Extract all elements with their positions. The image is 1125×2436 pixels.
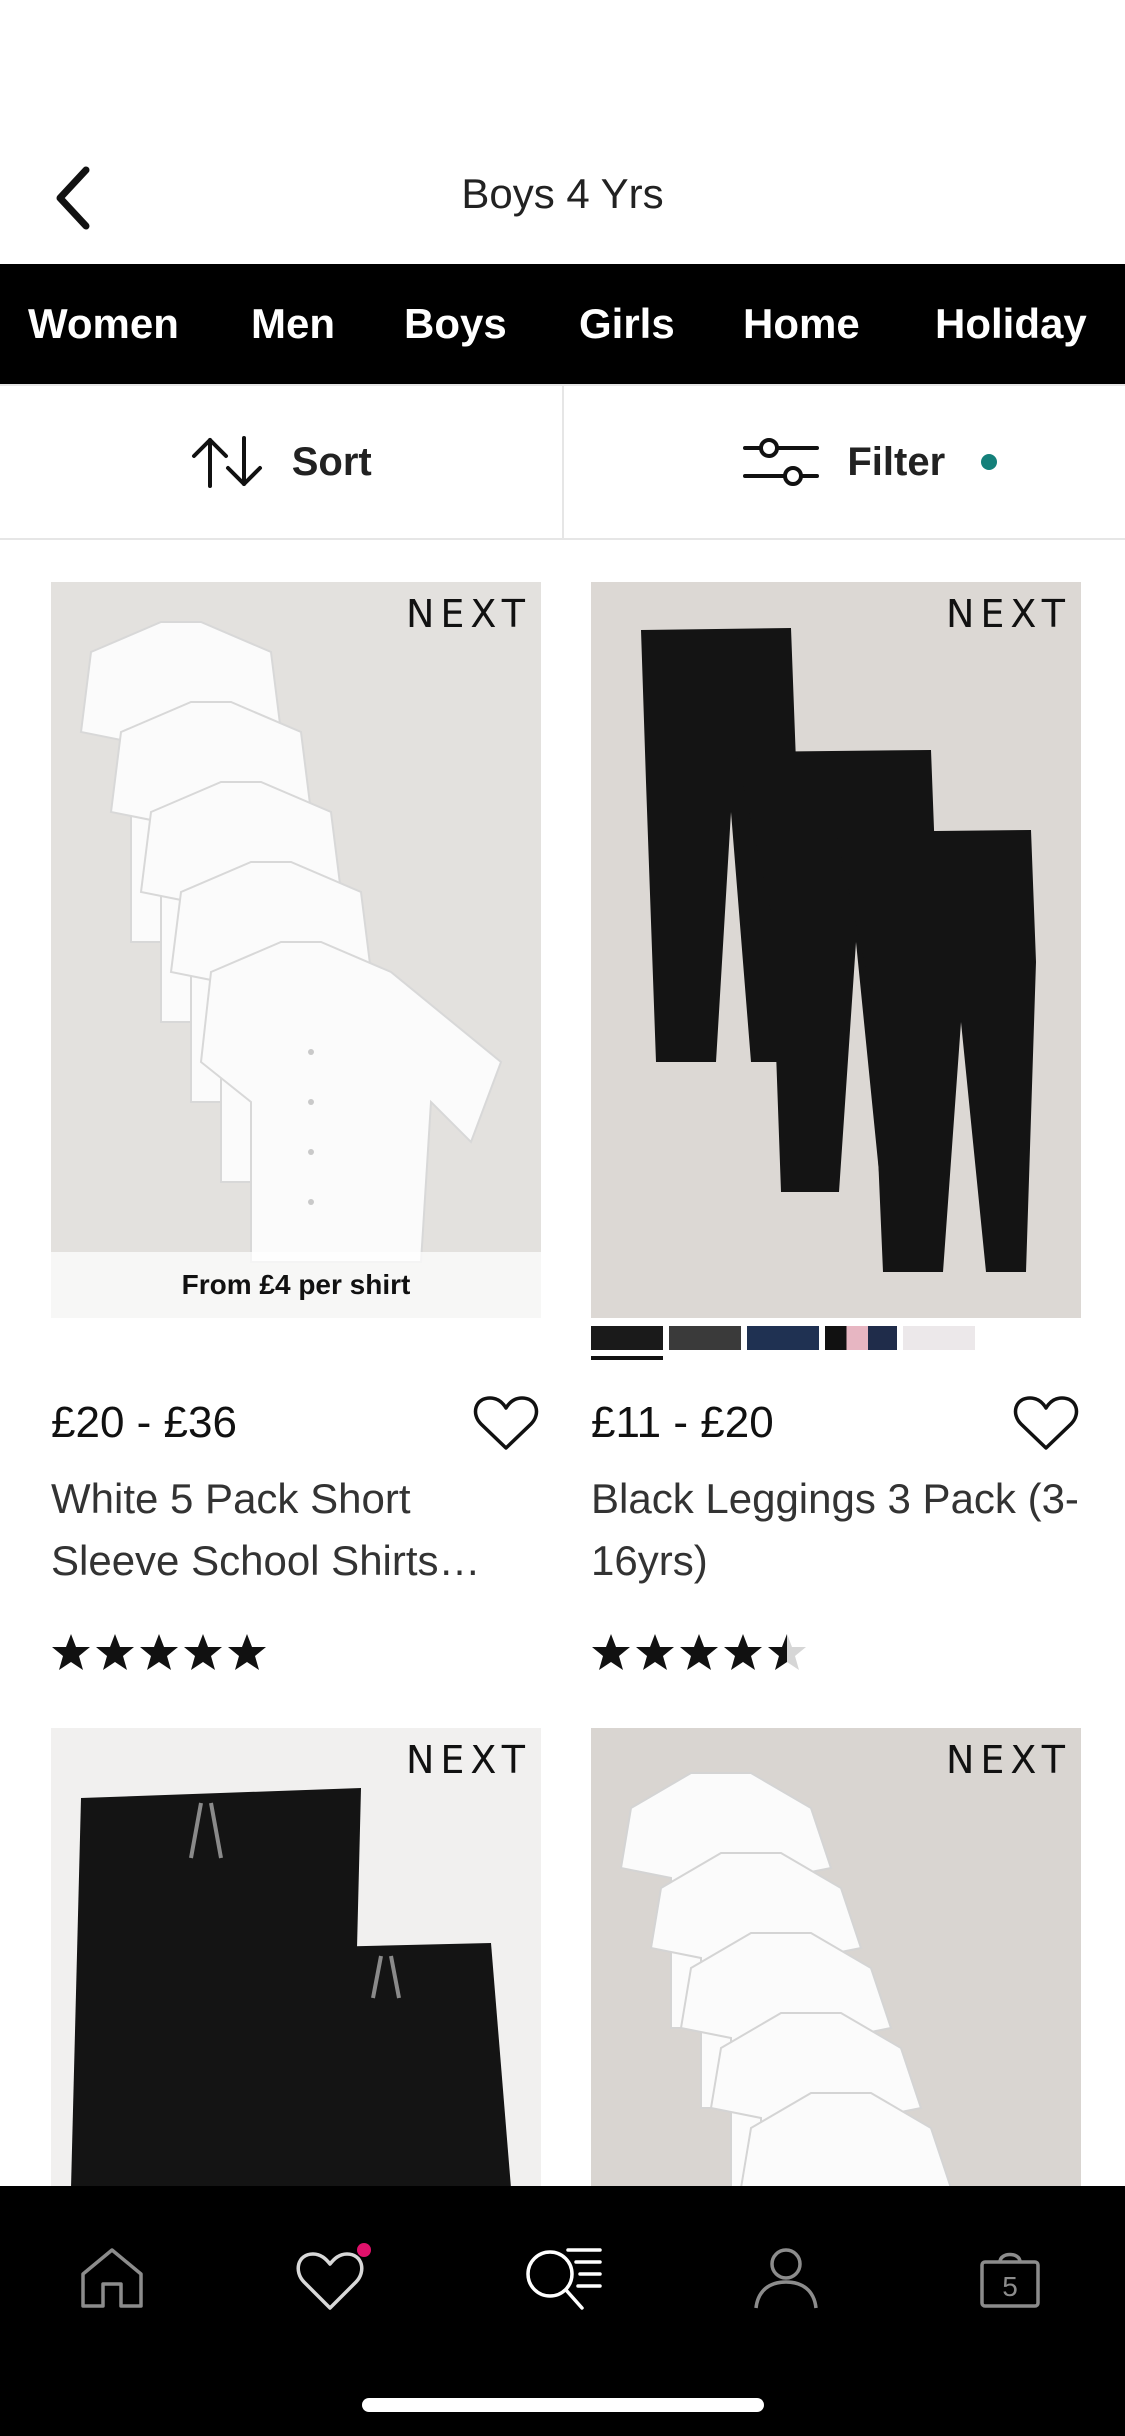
app-header: Boys 4 Yrs bbox=[0, 0, 1125, 264]
star-full-icon bbox=[636, 1634, 674, 1670]
product-image[interactable]: NEXT bbox=[591, 1728, 1081, 2188]
wishlist-icon bbox=[296, 2243, 371, 2310]
heart-outline-icon bbox=[1013, 1396, 1079, 1450]
tab-home[interactable] bbox=[62, 2228, 162, 2328]
product-card[interactable]: NEXT bbox=[591, 1728, 1081, 2188]
star-full-icon bbox=[96, 1634, 134, 1670]
star-half-icon bbox=[768, 1634, 806, 1670]
swatch-navy[interactable] bbox=[747, 1326, 819, 1350]
swatch-light-grey[interactable] bbox=[903, 1326, 975, 1350]
tab-account[interactable] bbox=[736, 2228, 836, 2328]
heart-outline-icon bbox=[473, 1396, 539, 1450]
product-card[interactable]: NEXT bbox=[51, 1728, 541, 2188]
filter-button[interactable]: Filter bbox=[561, 386, 1125, 538]
color-swatches bbox=[591, 1326, 1081, 1364]
star-rating bbox=[591, 1632, 1081, 1672]
product-card[interactable]: NEXT £11 - £20 Black Leggings 3 Pack (3-… bbox=[591, 582, 1081, 1672]
category-men[interactable]: Men bbox=[251, 300, 335, 348]
category-girls[interactable]: Girls bbox=[579, 300, 675, 348]
filter-active-indicator bbox=[981, 454, 997, 470]
sort-filter-bar: Sort Filter bbox=[0, 384, 1125, 540]
selected-swatch-indicator bbox=[591, 1356, 663, 1360]
product-photo-white-shirts bbox=[79, 621, 503, 1263]
filter-label: Filter bbox=[847, 439, 946, 484]
home-icon bbox=[81, 2248, 143, 2308]
category-boys[interactable]: Boys bbox=[404, 300, 507, 348]
sort-label: Sort bbox=[291, 439, 372, 484]
sort-arrows-icon bbox=[191, 436, 262, 488]
category-nav: Women Men Boys Girls Home Holiday bbox=[0, 264, 1125, 384]
star-full-icon bbox=[52, 1634, 90, 1670]
wishlist-button[interactable] bbox=[471, 1391, 541, 1455]
price-row: £20 - £36 bbox=[51, 1388, 541, 1458]
brand-logo: NEXT bbox=[405, 592, 531, 636]
star-full-icon bbox=[184, 1634, 222, 1670]
bag-icon: 5 bbox=[980, 2252, 1040, 2308]
tab-wishlist[interactable] bbox=[284, 2228, 384, 2328]
promo-banner: From £4 per shirt bbox=[51, 1252, 541, 1318]
product-price: £11 - £20 bbox=[591, 1398, 774, 1447]
wishlist-badge bbox=[357, 2243, 371, 2257]
color-swatches bbox=[51, 1326, 541, 1364]
brand-logo: NEXT bbox=[945, 1738, 1071, 1782]
category-holiday[interactable]: Holiday bbox=[935, 300, 1087, 348]
swatch-charcoal[interactable] bbox=[669, 1326, 741, 1350]
price-row: £11 - £20 bbox=[591, 1388, 1081, 1458]
category-home[interactable]: Home bbox=[743, 300, 860, 348]
wishlist-button[interactable] bbox=[1011, 1391, 1081, 1455]
search-menu-icon bbox=[526, 2248, 602, 2310]
product-price: £20 - £36 bbox=[51, 1398, 237, 1447]
category-women[interactable]: Women bbox=[28, 300, 179, 348]
product-image[interactable]: NEXT bbox=[591, 582, 1081, 1318]
star-full-icon bbox=[592, 1634, 630, 1670]
product-photo-white-polos bbox=[619, 1772, 953, 2188]
swatch-multi[interactable] bbox=[825, 1326, 897, 1350]
page-title: Boys 4 Yrs bbox=[461, 170, 664, 217]
product-photo-black-leggings bbox=[641, 628, 1036, 1272]
home-indicator bbox=[362, 2398, 764, 2412]
product-name[interactable]: White 5 Pack Short Sleeve School Shirts… bbox=[51, 1468, 541, 1592]
star-full-icon bbox=[724, 1634, 762, 1670]
account-icon bbox=[754, 2248, 818, 2309]
product-photo-black-joggers bbox=[71, 1788, 511, 2188]
star-full-icon bbox=[680, 1634, 718, 1670]
product-image[interactable]: NEXT bbox=[51, 1728, 541, 2188]
brand-logo: NEXT bbox=[945, 592, 1071, 636]
product-name[interactable]: Black Leggings 3 Pack (3-16yrs) bbox=[591, 1468, 1081, 1592]
product-image[interactable]: NEXT From £4 per shirt bbox=[51, 582, 541, 1318]
brand-logo: NEXT bbox=[405, 1738, 531, 1782]
tab-bag[interactable]: 5 bbox=[960, 2228, 1060, 2328]
product-card[interactable]: NEXT From £4 per shirt £20 - £36 White 5… bbox=[51, 582, 541, 1672]
star-full-icon bbox=[140, 1634, 178, 1670]
filter-sliders-icon bbox=[743, 438, 820, 486]
star-rating bbox=[51, 1632, 541, 1672]
swatch-black[interactable] bbox=[591, 1326, 663, 1350]
bag-count: 5 bbox=[1002, 2271, 1018, 2302]
tab-search[interactable] bbox=[512, 2228, 612, 2328]
star-full-icon bbox=[228, 1634, 266, 1670]
sort-button[interactable]: Sort bbox=[0, 386, 562, 538]
